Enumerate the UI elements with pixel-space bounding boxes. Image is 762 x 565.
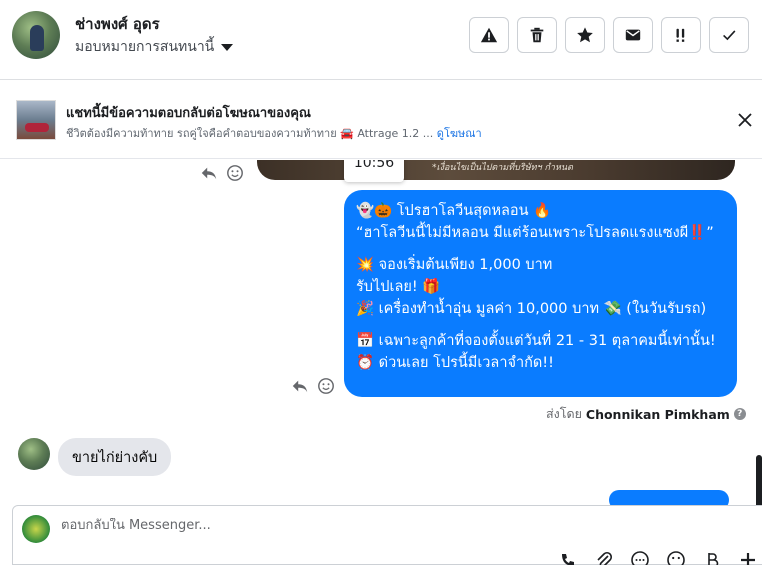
delete-button[interactable] [517, 17, 557, 53]
emoji-icon[interactable] [226, 164, 244, 182]
check-icon [723, 30, 736, 41]
image-caption: *เงื่อนไขเป็นไปตามที่บริษัทฯ กำหนด [432, 163, 573, 173]
done-button[interactable] [709, 17, 749, 53]
message-actions-top [200, 164, 244, 182]
page-avatar [22, 515, 50, 543]
conversation-toolbar [469, 17, 749, 53]
reply-composer [12, 505, 762, 565]
message-actions [291, 377, 335, 395]
reply-icon[interactable] [200, 164, 218, 182]
sent-by-label: ส่งโดย Chonnikan Pimkham ? [546, 404, 746, 424]
saved-reply-icon[interactable] [630, 550, 652, 565]
contact-name[interactable]: ช่างพงศ์ อุดร [75, 12, 160, 36]
emoji-icon[interactable] [666, 550, 688, 565]
star-icon [577, 27, 593, 43]
outgoing-message-bubble[interactable]: 👻🎃 โปรฮาโลวีนสุดหลอน 🔥 “ฮาโลวีนนี้ไม่มีห… [344, 190, 737, 397]
message-line [356, 320, 725, 330]
timestamp-tooltip: 10:56 [344, 160, 404, 182]
message-line: รับไปเลย! 🎁 [356, 279, 441, 295]
ad-description: ชีวิตต้องมีความท้าทาย รถคู่ใจคือคำตอบของ… [66, 127, 434, 140]
message-line [356, 244, 725, 254]
sender-name[interactable]: Chonnikan Pimkham [586, 407, 730, 422]
scrollbar[interactable] [756, 455, 762, 505]
priority-button[interactable] [661, 17, 701, 53]
close-icon[interactable] [737, 112, 753, 128]
message-line: 💥 จองเริ่มต้นเพียง 1,000 บาท [356, 257, 553, 273]
contact-avatar-small[interactable] [18, 438, 50, 470]
mail-button[interactable] [613, 17, 653, 53]
help-icon[interactable]: ? [733, 408, 746, 420]
emoji-icon[interactable] [317, 377, 335, 395]
ad-image-attachment[interactable]: *เงื่อนไขเป็นไปตามที่บริษัทฯ กำหนด [257, 160, 735, 180]
reply-icon[interactable] [291, 377, 309, 395]
report-button[interactable] [469, 17, 509, 53]
exclamation-icon [676, 28, 685, 42]
message-line: 📅 เฉพาะลูกค้าที่จองตั้งแต่วันที่ 21 - 31… [356, 333, 716, 349]
ad-thumbnail[interactable] [16, 100, 56, 140]
more-tools-icon[interactable] [738, 550, 760, 565]
conversation-header: ช่างพงศ์ อุดร มอบหมายการสนทนานี้ [0, 0, 762, 80]
message-thread[interactable]: *เงื่อนไขเป็นไปตามที่บริษัทฯ กำหนด 10:56… [0, 160, 762, 505]
ad-banner-subtitle: ชีวิตต้องมีความท้าทาย รถคู่ใจคือคำตอบของ… [66, 124, 482, 142]
message-line: ⏰ ด่วนเลย โปรนี้มีเวลาจำกัด!! [356, 355, 554, 371]
ad-banner-title: แชทนี้มีข้อความตอบกลับต่อโฆษณาของคุณ [66, 106, 311, 121]
attachment-icon[interactable] [594, 550, 616, 565]
envelope-icon [625, 29, 641, 41]
reply-input[interactable] [61, 518, 461, 533]
incoming-message-bubble[interactable]: ขายไก่ย่างคับ [58, 438, 172, 476]
message-line: 🎉 เครื่องทำน้ำอุ่น มูลค่า 10,000 บาท 💸 (… [356, 301, 707, 317]
message-line: “ฮาโลวีนนี้ไม่มีหลอน มีแต่ร้อนเพราะโปรลด… [356, 225, 714, 241]
assign-label: มอบหมายการสนทนานี้ [75, 39, 215, 55]
outgoing-message-bubble-partial[interactable] [609, 490, 729, 505]
assign-conversation-dropdown[interactable]: มอบหมายการสนทนานี้ [75, 36, 234, 58]
add-contact-icon[interactable] [558, 550, 580, 565]
warning-icon [480, 27, 498, 43]
caret-down-icon [221, 43, 234, 51]
contact-avatar[interactable] [12, 11, 60, 59]
message-line: 👻🎃 โปรฮาโลวีนสุดหลอน 🔥 [356, 203, 552, 219]
composer-tools [558, 550, 760, 565]
ad-reply-banner: แชทนี้มีข้อความตอบกลับต่อโฆษณาของคุณ ชีว… [0, 81, 762, 159]
star-button[interactable] [565, 17, 605, 53]
sent-by-prefix: ส่งโดย [546, 406, 582, 421]
payment-icon[interactable] [702, 550, 724, 565]
view-ad-link[interactable]: ดูโฆษณา [437, 127, 482, 140]
trash-icon [530, 27, 544, 43]
